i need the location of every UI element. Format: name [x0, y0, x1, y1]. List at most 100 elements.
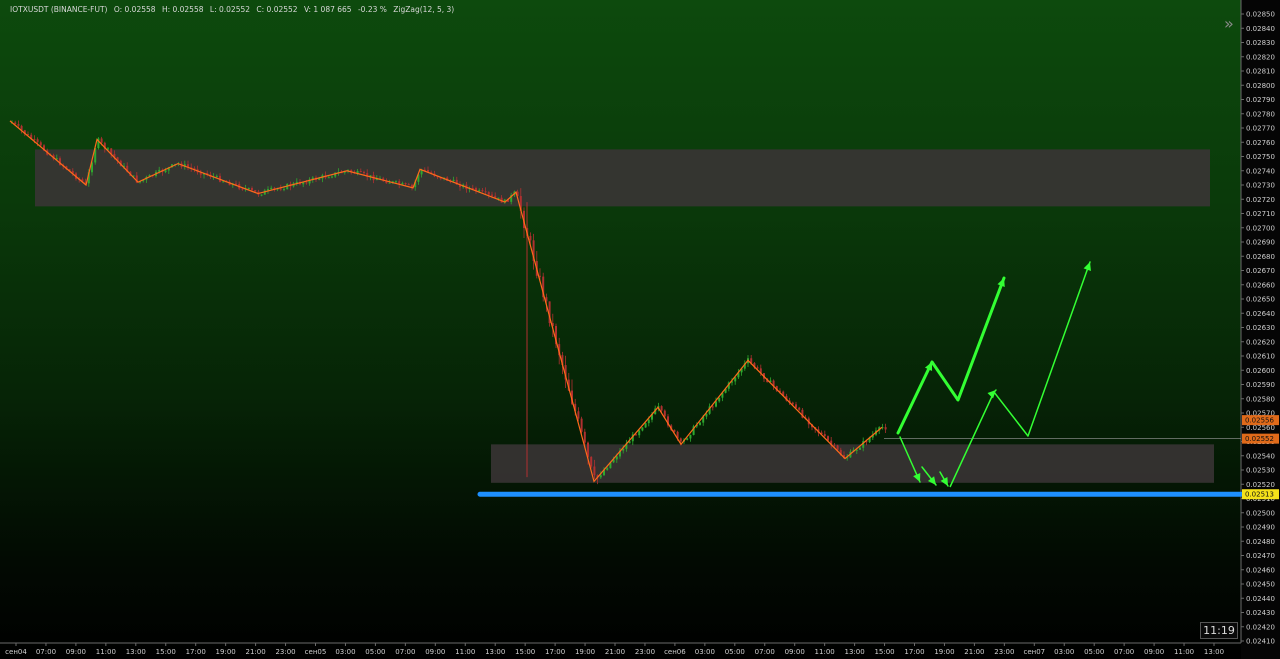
- time-tick-label: 03:00: [695, 648, 715, 656]
- open-value: O: 0.02558: [113, 5, 156, 14]
- projection-arrow-up: [1027, 261, 1091, 437]
- symbol-label[interactable]: IOTXUSDT (BINANCE-FUT): [10, 5, 107, 14]
- price-tick-label: 0.02630: [1246, 324, 1275, 332]
- candle-body: [407, 184, 410, 186]
- time-tick-label: 15:00: [874, 648, 894, 656]
- time-tick-label: сен04: [5, 648, 27, 656]
- candle-body: [36, 139, 39, 143]
- price-tick-label: 0.02440: [1246, 595, 1275, 603]
- candle-body: [606, 468, 609, 470]
- candle-body: [401, 183, 404, 185]
- candle-body: [660, 406, 663, 411]
- candle-body: [590, 456, 593, 467]
- price-tick-label: 0.02670: [1246, 267, 1275, 275]
- candle-body: [823, 434, 826, 437]
- candle-body: [478, 190, 481, 192]
- time-tick-label: 17:00: [904, 648, 924, 656]
- price-tick-label: 0.02810: [1246, 68, 1275, 76]
- candle-body: [529, 235, 532, 241]
- candle-body: [363, 171, 365, 174]
- candle-body: [33, 139, 36, 141]
- price-tick-label: 0.02750: [1246, 153, 1275, 161]
- candle-body: [215, 175, 218, 177]
- price-tick-label: 0.02490: [1246, 524, 1275, 532]
- candle-body: [270, 187, 273, 190]
- time-tick-label: 21:00: [964, 648, 984, 656]
- candle-body: [222, 181, 225, 183]
- projection-arrow-up: [896, 360, 934, 435]
- double-chevron-right-icon[interactable]: »: [1224, 14, 1234, 33]
- time-tick-label: сен07: [1023, 648, 1045, 656]
- support-price-tag-label: 0.02513: [1245, 491, 1274, 499]
- time-tick-label: 07:00: [1114, 648, 1134, 656]
- candle-body: [279, 188, 282, 190]
- candle-body: [254, 190, 257, 192]
- price-tick-label: 0.02430: [1246, 609, 1275, 617]
- time-tick-label: 03:00: [335, 648, 355, 656]
- change-value: -0.23 %: [357, 5, 387, 14]
- candle-body: [644, 423, 647, 428]
- time-tick-label: 13:00: [845, 648, 865, 656]
- candle-body: [699, 422, 701, 425]
- close-value: C: 0.02552: [256, 5, 298, 14]
- current-price-tag-label: 0.02552: [1245, 435, 1274, 443]
- price-tick-label: 0.02720: [1246, 196, 1275, 204]
- price-tick-label: 0.02770: [1246, 125, 1275, 133]
- candle-body: [836, 445, 839, 450]
- time-tick-label: 13:00: [485, 648, 505, 656]
- candle-body: [17, 123, 20, 126]
- candle-body: [686, 438, 689, 440]
- price-tick-label: 0.02620: [1246, 338, 1275, 346]
- price-tick-label: 0.02590: [1246, 381, 1275, 389]
- price-tick-label: 0.02610: [1246, 353, 1275, 361]
- time-tick-label: 11:00: [1174, 648, 1194, 656]
- time-tick-label: сен06: [664, 648, 686, 656]
- candle-body: [395, 181, 397, 183]
- time-tick-label: 17:00: [545, 648, 565, 656]
- projection-arrow-up: [956, 276, 1006, 402]
- candle-body: [491, 194, 493, 196]
- price-tick-label: 0.02660: [1246, 281, 1275, 289]
- time-tick-label: 11:00: [96, 648, 116, 656]
- candle-body: [795, 404, 797, 408]
- candle-body: [260, 194, 263, 196]
- time-tick-label: 07:00: [755, 648, 775, 656]
- candle-body: [756, 367, 759, 369]
- high-value: H: 0.02558: [161, 5, 204, 14]
- price-zone-rect[interactable]: [35, 149, 1210, 207]
- price-tick-label: 0.02460: [1246, 566, 1275, 574]
- candle-body: [452, 179, 455, 182]
- price-tick-label: 0.02420: [1246, 623, 1275, 631]
- price-tick-label: 0.02680: [1246, 253, 1275, 261]
- price-tick-label: 0.02520: [1246, 481, 1275, 489]
- candle-body: [251, 188, 253, 191]
- indicator-label[interactable]: ZigZag(12, 5, 3): [393, 5, 454, 14]
- price-tick-label: 0.02470: [1246, 552, 1275, 560]
- symbol-info-bar: IOTXUSDT (BINANCE-FUT) O: 0.02558 H: 0.0…: [10, 5, 458, 14]
- price-tick-label: 0.02690: [1246, 239, 1275, 247]
- price-tick-label: 0.02780: [1246, 110, 1275, 118]
- price-chart[interactable]: 0.02850 0.02840 0.02830 0.02820 0.02810 0.028…: [0, 0, 1280, 659]
- time-tick-label: 03:00: [1054, 648, 1074, 656]
- time-tick-label: 13:00: [1204, 648, 1224, 656]
- price-tick-label: 0.02530: [1246, 467, 1275, 475]
- candle-body: [331, 176, 333, 178]
- time-tick-label: 23:00: [994, 648, 1014, 656]
- chart-window: 0.02850 0.02840 0.02830 0.02820 0.02810 0.028…: [0, 0, 1280, 659]
- time-tick-label: 07:00: [36, 648, 56, 656]
- time-tick-label: 21:00: [605, 648, 625, 656]
- candle-body: [615, 456, 618, 460]
- time-tick-label: 05:00: [365, 648, 385, 656]
- price-zone-rect[interactable]: [491, 444, 1214, 483]
- time-tick-label: 09:00: [785, 648, 805, 656]
- low-value: L: 0.02552: [209, 5, 251, 14]
- candle-body: [164, 170, 167, 173]
- time-tick-label: 17:00: [186, 648, 206, 656]
- candle-body: [484, 191, 487, 193]
- time-tick-label: 11:00: [815, 648, 835, 656]
- candle-body: [679, 438, 682, 442]
- candle-body: [583, 431, 586, 443]
- price-tick-label: 0.02700: [1246, 224, 1275, 232]
- price-tick-label: 0.02410: [1246, 638, 1275, 646]
- projection-segment: [930, 361, 960, 401]
